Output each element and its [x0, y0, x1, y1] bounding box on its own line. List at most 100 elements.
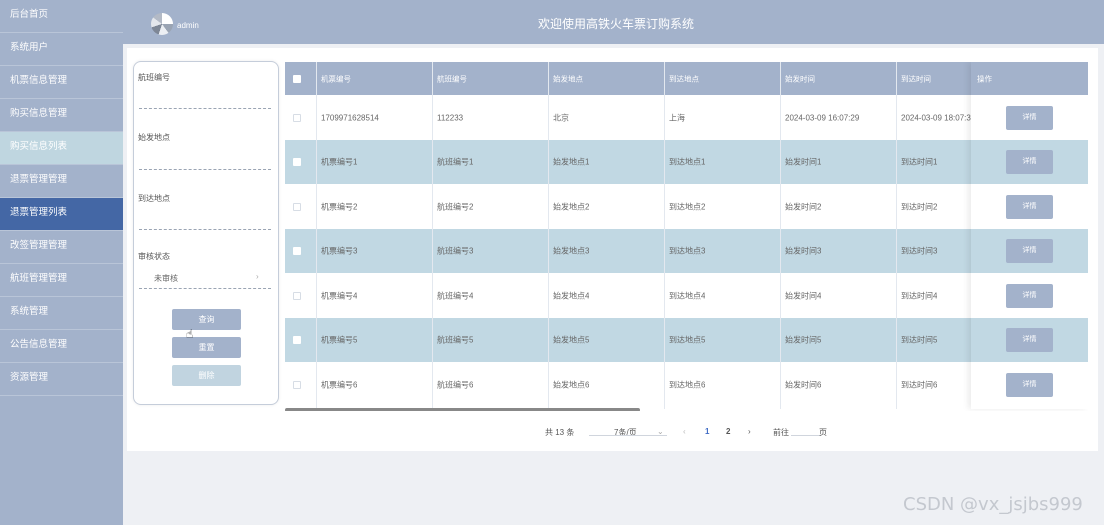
header-arrive-time: 到达时间 [901, 74, 931, 83]
header-origin: 始发地点 [553, 74, 583, 83]
page-1-button[interactable]: 1 [705, 427, 709, 436]
status-label: 审核状态 [138, 252, 170, 261]
cell-ticket-no: 机票编号4 [321, 291, 358, 300]
sidebar-item-system[interactable]: 系统管理 [0, 297, 123, 330]
table-row: 机票编号3 航班编号3 始发地点3 到达地点3 始发时间3 到达时间3 详情 [285, 229, 1088, 273]
sidebar-item-notice[interactable]: 公告信息管理 [0, 330, 123, 363]
row-checkbox[interactable] [293, 336, 301, 344]
system-title: 欢迎使用高铁火车票订购系统 [538, 17, 695, 31]
sidebar-item-refund-manage[interactable]: 退票管理管理 [0, 165, 123, 198]
top-header: admin 欢迎使用高铁火车票订购系统 [123, 0, 1104, 44]
origin-label: 始发地点 [138, 133, 170, 142]
cell-destination: 到达地点3 [669, 246, 706, 256]
detail-button[interactable]: 详情 [1006, 239, 1053, 263]
header-destination: 到达地点 [669, 74, 699, 83]
cell-depart-time: 始发时间4 [785, 291, 822, 300]
header-ticket-no: 机票编号 [321, 74, 351, 83]
goto-page-input[interactable] [791, 435, 821, 436]
detail-button[interactable]: 详情 [1006, 283, 1053, 308]
sidebar-item-users[interactable]: 系统用户 [0, 33, 123, 66]
cell-depart-time: 始发时间5 [785, 335, 822, 345]
cell-destination: 到达地点6 [669, 380, 706, 389]
detail-button[interactable]: 详情 [1006, 372, 1053, 397]
row-checkbox[interactable] [293, 202, 301, 211]
status-select-value[interactable]: 未审核 [154, 273, 178, 284]
cell-destination: 到达地点5 [669, 335, 706, 345]
sidebar-item-flight-manage[interactable]: 航班管理管理 [0, 264, 123, 297]
page-2-button[interactable]: 2 [726, 427, 730, 436]
horizontal-scrollbar[interactable] [285, 408, 640, 411]
pagination-total: 共 13 条 [545, 428, 575, 437]
row-checkbox[interactable] [293, 291, 301, 300]
cell-ticket-no: 机票编号1 [321, 157, 358, 167]
row-checkbox[interactable] [293, 158, 301, 166]
sidebar-item-ticket-info[interactable]: 机票信息管理 [0, 66, 123, 99]
sidebar-item-rebook-manage[interactable]: 改签管理管理 [0, 231, 123, 264]
cell-depart-time: 始发时间6 [785, 380, 822, 389]
cell-ticket-no: 机票编号3 [321, 246, 358, 256]
cell-origin: 始发地点4 [553, 291, 590, 300]
cell-arrive-time: 到达时间1 [901, 157, 938, 167]
cell-origin: 北京 [553, 113, 569, 122]
prev-page-button[interactable]: ‹ [683, 427, 686, 436]
sidebar-item-purchase-manage[interactable]: 购买信息管理 [0, 99, 123, 132]
sidebar-item-purchase-list[interactable]: 购买信息列表 [0, 132, 123, 165]
flight-no-label: 航班编号 [138, 73, 170, 82]
sidebar: 后台首页 系统用户 机票信息管理 购买信息管理 购买信息列表 退票管理管理 退票… [0, 0, 123, 525]
cell-depart-time: 始发时间1 [785, 157, 822, 167]
header-depart-time: 始发时间 [785, 74, 815, 83]
cell-arrive-time: 2024-03-09 18:07:3 [901, 113, 971, 122]
cell-depart-time: 始发时间3 [785, 246, 822, 256]
cell-arrive-time: 到达时间4 [901, 291, 938, 300]
status-select[interactable] [139, 288, 271, 289]
table-row: 机票编号1 航班编号1 始发地点1 到达地点1 始发时间1 到达时间1 详情 [285, 140, 1088, 184]
main-panel: 航班编号 始发地点 到达地点 审核状态 未审核 › 查询 重置 删除 ☝ 机票编… [127, 48, 1098, 451]
reset-button[interactable]: 重置 [172, 337, 241, 358]
query-button[interactable]: 查询 [172, 309, 241, 330]
sidebar-item-resource[interactable]: 资源管理 [0, 363, 123, 396]
column-divider [432, 62, 433, 409]
destination-input[interactable] [139, 229, 271, 230]
cell-ticket-no: 机票编号5 [321, 335, 358, 345]
cell-origin: 始发地点3 [553, 246, 590, 256]
column-divider [664, 62, 665, 409]
cell-ticket-no: 机票编号2 [321, 202, 358, 211]
cell-ticket-no: 1709971628514 [321, 113, 379, 122]
cell-origin: 始发地点5 [553, 335, 590, 345]
delete-button[interactable]: 删除 [172, 365, 241, 386]
page-size-select[interactable]: 7条/页 [614, 427, 637, 438]
detail-button[interactable]: 详情 [1006, 150, 1053, 174]
detail-button[interactable]: 详情 [1006, 328, 1053, 352]
cell-ticket-no: 机票编号6 [321, 380, 358, 389]
cell-origin: 始发地点1 [553, 157, 590, 167]
next-page-button[interactable]: › [748, 427, 751, 436]
avatar[interactable] [151, 13, 173, 35]
origin-input[interactable] [139, 169, 271, 170]
flight-no-input[interactable] [139, 108, 271, 109]
detail-button[interactable]: 详情 [1006, 105, 1053, 130]
page-unit-label: 页 [819, 428, 827, 437]
row-checkbox[interactable] [293, 380, 301, 389]
cell-arrive-time: 到达时间2 [901, 202, 938, 211]
search-panel: 航班编号 始发地点 到达地点 审核状态 未审核 › 查询 重置 删除 ☝ [133, 61, 279, 405]
cell-arrive-time: 到达时间3 [901, 246, 938, 256]
column-divider [780, 62, 781, 409]
select-all-checkbox[interactable] [293, 74, 301, 83]
row-checkbox[interactable] [293, 247, 301, 255]
row-checkbox[interactable] [293, 113, 301, 122]
cell-origin: 始发地点2 [553, 202, 590, 211]
column-divider [316, 62, 317, 409]
table-row: 机票编号6 航班编号6 始发地点6 到达地点6 始发时间6 到达时间6 详情 [285, 362, 1088, 407]
column-divider [896, 62, 897, 409]
cell-flight-no: 航班编号6 [437, 380, 474, 389]
table-header-row: 机票编号 航班编号 始发地点 到达地点 始发时间 到达时间 操作 [285, 62, 1088, 95]
cell-flight-no: 航班编号4 [437, 291, 474, 300]
destination-label: 到达地点 [138, 194, 170, 203]
cell-flight-no: 航班编号2 [437, 202, 474, 211]
sidebar-item-refund-list[interactable]: 退票管理列表 [0, 198, 123, 231]
chevron-down-icon: ⌄ [657, 427, 664, 436]
detail-button[interactable]: 详情 [1006, 194, 1053, 219]
sidebar-item-home[interactable]: 后台首页 [0, 0, 123, 33]
chevron-right-icon: › [256, 272, 259, 281]
ticket-table: 机票编号 航班编号 始发地点 到达地点 始发时间 到达时间 操作 1709971… [285, 62, 1088, 411]
